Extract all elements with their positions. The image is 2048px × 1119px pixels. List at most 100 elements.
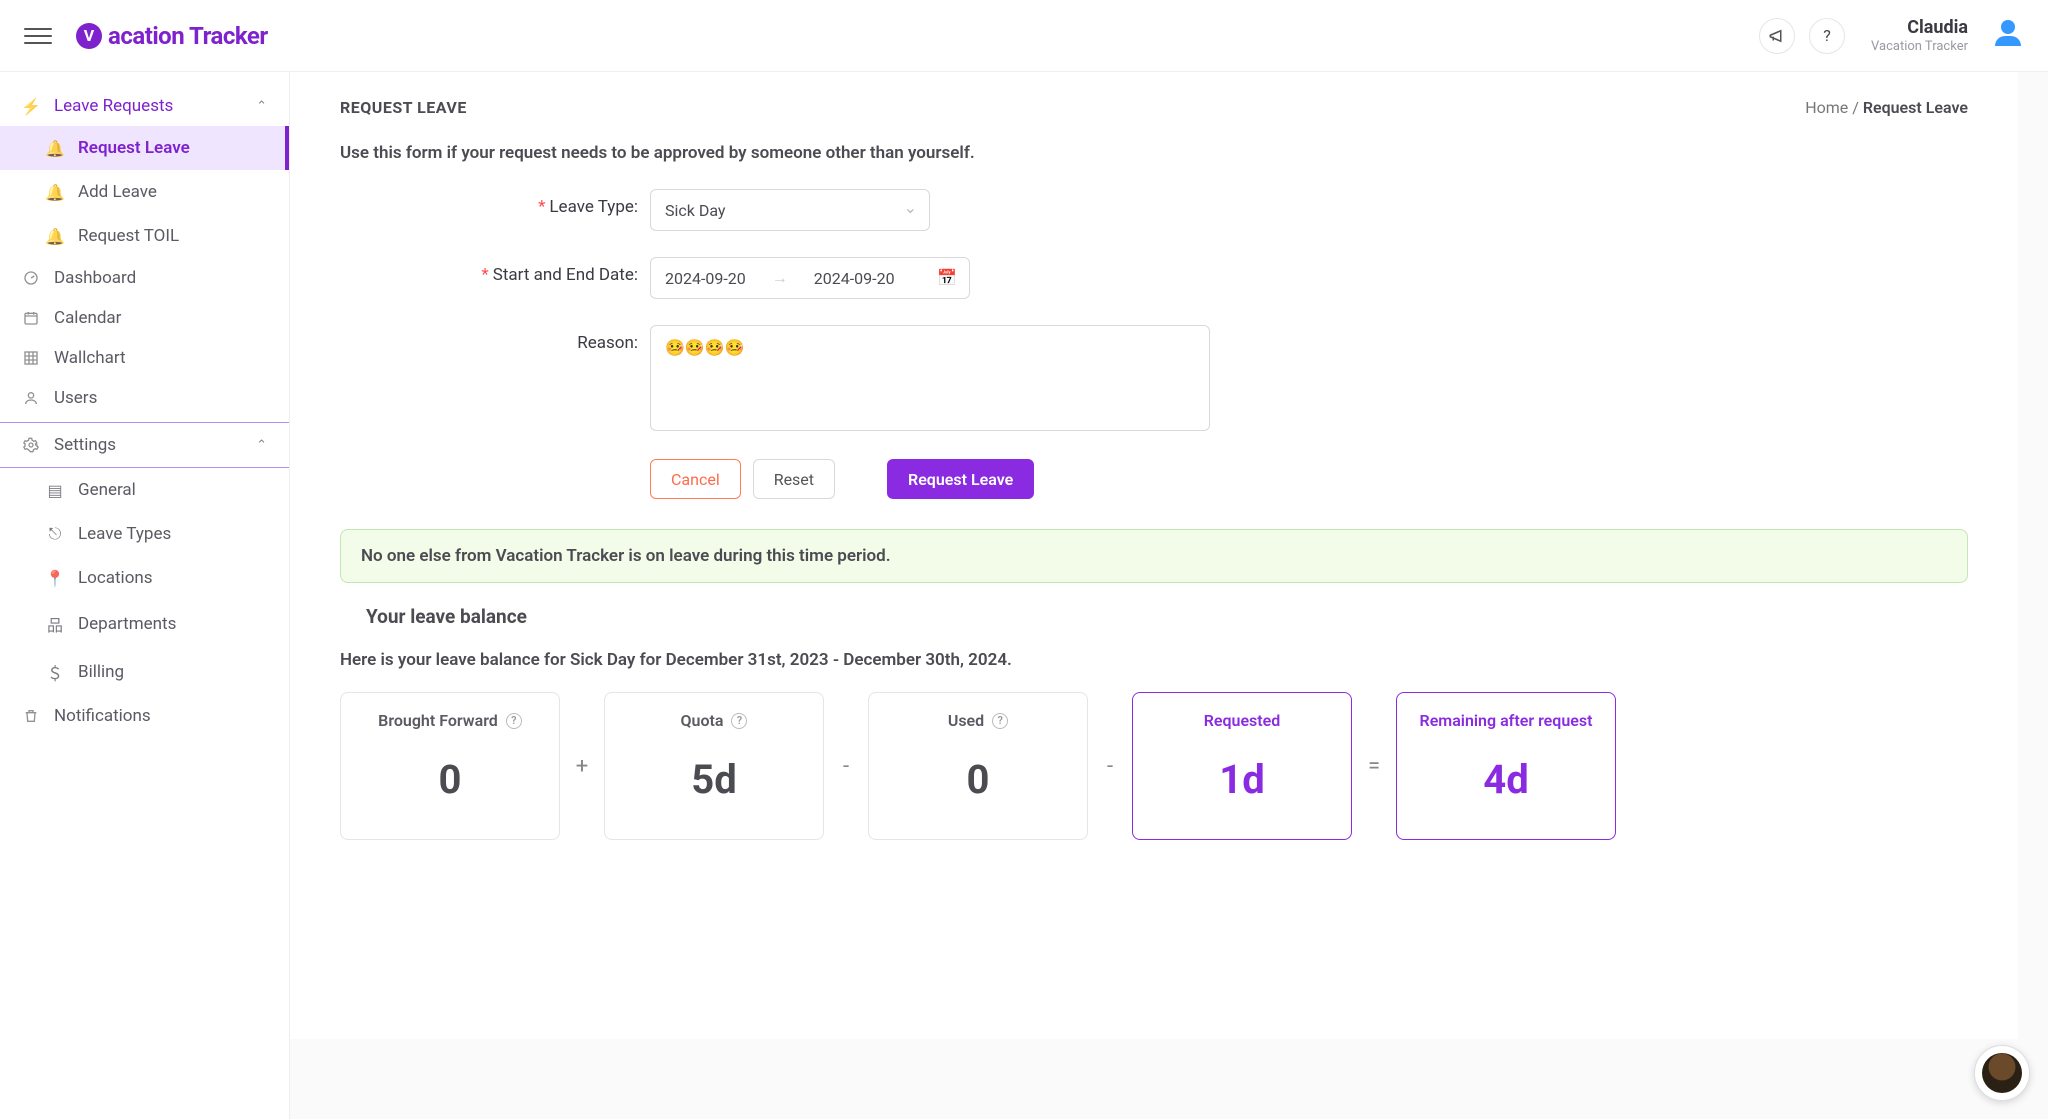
equals-icon: = bbox=[1364, 754, 1384, 779]
sidebar-item-label: Request Leave bbox=[78, 138, 190, 158]
breadcrumb-current: Request Leave bbox=[1863, 98, 1968, 117]
sidebar-item-label: Billing bbox=[78, 662, 124, 682]
balance-cards: Brought Forward ? 0 + Quota ? 5d - U bbox=[340, 692, 1968, 840]
sidebar-item-request-leave[interactable]: 🔔 Request Leave bbox=[0, 126, 289, 170]
grid-icon bbox=[22, 350, 40, 366]
card-value: 0 bbox=[361, 756, 539, 803]
share-icon: ⎋ bbox=[46, 524, 64, 544]
sidebar-item-users[interactable]: Users bbox=[0, 378, 289, 418]
card-value: 4d bbox=[1417, 756, 1595, 803]
chevron-up-icon: ⌃ bbox=[256, 438, 267, 453]
brand-logo-icon: V bbox=[76, 23, 102, 49]
user-icon bbox=[22, 390, 40, 406]
user-name: Claudia bbox=[1871, 17, 1968, 39]
sidebar-item-label: Add Leave bbox=[78, 182, 157, 202]
breadcrumb-home[interactable]: Home bbox=[1805, 98, 1848, 117]
card-title-text: Used bbox=[948, 711, 984, 730]
reset-button[interactable]: Reset bbox=[753, 459, 835, 499]
plus-icon: + bbox=[572, 754, 592, 779]
bell-icon: 🔔 bbox=[46, 139, 64, 158]
sidebar-item-label: Departments bbox=[78, 614, 176, 634]
date-label: Start and End Date: bbox=[493, 265, 638, 285]
app-header: V acation Tracker ? Claudia Vacation Tra… bbox=[0, 0, 2048, 72]
calendar-icon bbox=[22, 310, 40, 326]
sidebar-item-wallchart[interactable]: Wallchart bbox=[0, 338, 289, 378]
help-icon[interactable]: ? bbox=[506, 713, 522, 729]
sidebar-item-leave-types[interactable]: ⎋ Leave Types bbox=[0, 512, 289, 556]
brand-text: acation Tracker bbox=[108, 22, 268, 50]
card-value: 1d bbox=[1153, 756, 1331, 803]
breadcrumb: Home / Request Leave bbox=[1805, 98, 1968, 117]
submit-button[interactable]: Request Leave bbox=[887, 459, 1034, 499]
sidebar-item-label: Users bbox=[54, 388, 97, 408]
bell-icon: 🔔 bbox=[46, 183, 64, 202]
bell-icon: 🔔 bbox=[46, 227, 64, 246]
dashboard-icon bbox=[22, 270, 40, 286]
help-icon[interactable]: ? bbox=[1809, 18, 1845, 54]
sidebar-item-label: General bbox=[78, 480, 136, 500]
help-icon[interactable]: ? bbox=[992, 713, 1008, 729]
card-brought-forward: Brought Forward ? 0 bbox=[340, 692, 560, 840]
calendar-icon: 📅 bbox=[937, 268, 957, 287]
reason-label: Reason: bbox=[577, 333, 638, 353]
help-icon[interactable]: ? bbox=[731, 713, 747, 729]
cancel-button[interactable]: Cancel bbox=[650, 459, 741, 499]
breadcrumb-sep: / bbox=[1852, 98, 1863, 117]
sidebar-item-calendar[interactable]: Calendar bbox=[0, 298, 289, 338]
card-quota: Quota ? 5d bbox=[604, 692, 824, 840]
sidebar-item-departments[interactable]: 品 Departments bbox=[0, 600, 289, 648]
pin-icon: 📍 bbox=[46, 569, 64, 588]
sidebar: ⚡ Leave Requests ⌃ 🔔 Request Leave 🔔 Add… bbox=[0, 72, 290, 1119]
card-title-text: Remaining after request bbox=[1420, 711, 1593, 730]
balance-heading: Your leave balance bbox=[366, 605, 1968, 628]
sidebar-item-request-toil[interactable]: 🔔 Request TOIL bbox=[0, 214, 289, 258]
dollar-icon: ＄ bbox=[46, 660, 64, 684]
sidebar-item-locations[interactable]: 📍 Locations bbox=[0, 556, 289, 600]
card-remaining: Remaining after request 4d bbox=[1396, 692, 1616, 840]
sidebar-item-label: Request TOIL bbox=[78, 226, 179, 246]
sidebar-item-label: Leave Types bbox=[78, 524, 171, 544]
page-title: REQUEST LEAVE bbox=[340, 98, 467, 117]
sidebar-group-leave-requests[interactable]: ⚡ Leave Requests ⌃ bbox=[0, 86, 289, 126]
reason-textarea[interactable]: 🤒🤒🤒🤒 bbox=[650, 325, 1210, 431]
sidebar-item-label: Wallchart bbox=[54, 348, 126, 368]
leave-type-label: Leave Type: bbox=[549, 197, 638, 217]
arrow-right-icon: → bbox=[772, 268, 788, 288]
sidebar-item-add-leave[interactable]: 🔔 Add Leave bbox=[0, 170, 289, 214]
sidebar-item-label: Calendar bbox=[54, 308, 121, 328]
card-requested: Requested 1d bbox=[1132, 692, 1352, 840]
trash-icon bbox=[22, 708, 40, 724]
sidebar-item-label: Locations bbox=[78, 568, 153, 588]
date-range-picker[interactable]: 2024-09-20 → 2024-09-20 📅 bbox=[650, 257, 970, 299]
announce-icon[interactable] bbox=[1759, 18, 1795, 54]
gear-icon bbox=[22, 437, 40, 453]
card-title-text: Quota bbox=[681, 711, 724, 730]
menu-toggle-button[interactable] bbox=[24, 22, 52, 50]
brand[interactable]: V acation Tracker bbox=[76, 22, 268, 50]
leave-type-value: Sick Day bbox=[665, 201, 726, 220]
user-block: Claudia Vacation Tracker bbox=[1871, 17, 1968, 54]
sidebar-item-label: Dashboard bbox=[54, 268, 136, 288]
sidebar-item-notifications[interactable]: Notifications bbox=[0, 696, 289, 736]
sidebar-item-general[interactable]: ▤ General bbox=[0, 468, 289, 512]
sidebar-label: Settings bbox=[54, 435, 116, 455]
card-title-text: Requested bbox=[1204, 711, 1281, 730]
chat-widget-button[interactable] bbox=[1974, 1045, 2030, 1101]
availability-alert: No one else from Vacation Tracker is on … bbox=[340, 529, 1968, 583]
request-leave-form: *Leave Type: Sick Day *Start and End Dat… bbox=[340, 189, 1240, 499]
sidebar-item-billing[interactable]: ＄ Billing bbox=[0, 648, 289, 696]
card-value: 5d bbox=[625, 756, 803, 803]
balance-desc: Here is your leave balance for Sick Day … bbox=[340, 650, 1968, 670]
user-sub: Vacation Tracker bbox=[1871, 39, 1968, 55]
card-used: Used ? 0 bbox=[868, 692, 1088, 840]
minus-icon: - bbox=[1100, 754, 1120, 779]
main-content: REQUEST LEAVE Home / Request Leave Use t… bbox=[290, 72, 2048, 1119]
chat-avatar-icon bbox=[1982, 1053, 2022, 1093]
sidebar-item-dashboard[interactable]: Dashboard bbox=[0, 258, 289, 298]
user-avatar-icon[interactable] bbox=[1992, 20, 2024, 52]
org-icon: 品 bbox=[46, 612, 64, 636]
bolt-icon: ⚡ bbox=[22, 97, 40, 116]
page-subtitle: Use this form if your request needs to b… bbox=[340, 143, 1968, 163]
sidebar-group-settings[interactable]: Settings ⌃ bbox=[0, 422, 289, 468]
leave-type-select[interactable]: Sick Day bbox=[650, 189, 930, 231]
